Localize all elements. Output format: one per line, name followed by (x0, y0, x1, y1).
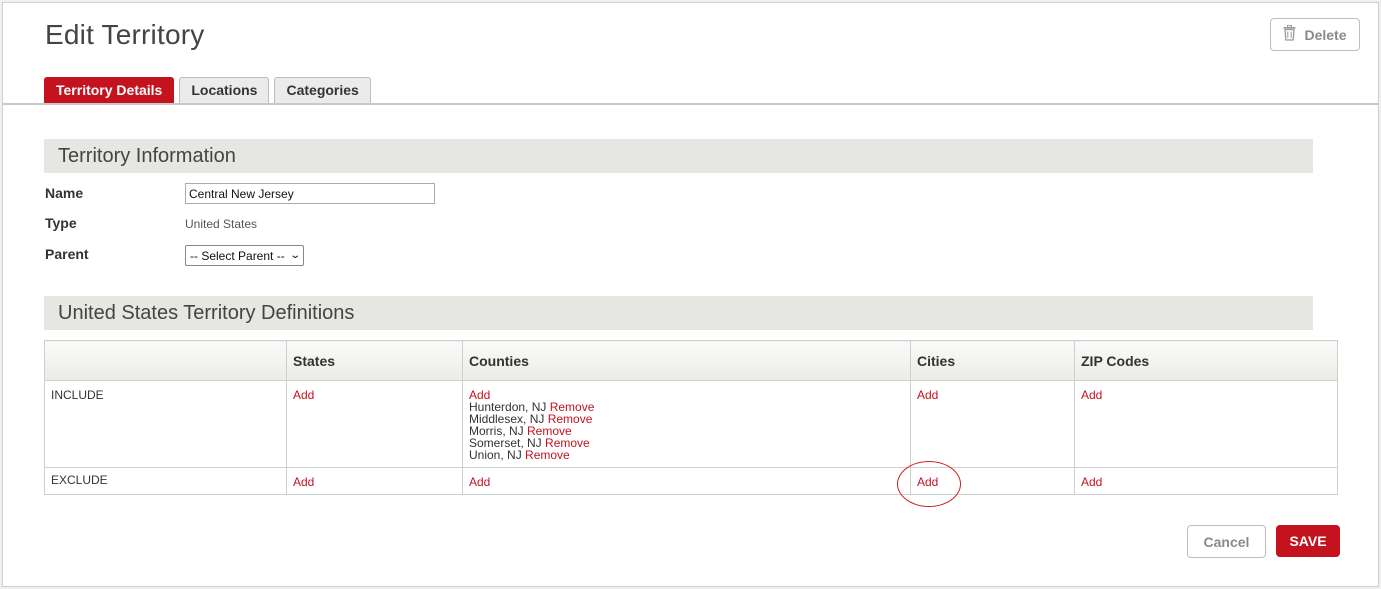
exclude-counties-add-link[interactable]: Add (469, 475, 490, 489)
territory-definitions-header: United States Territory Definitions (44, 296, 1313, 330)
list-item: Union, NJ Remove (469, 449, 904, 461)
delete-button[interactable]: Delete (1270, 18, 1360, 51)
tab-locations[interactable]: Locations (179, 77, 270, 103)
table-row: INCLUDE Add Add Hunterdon, NJ Remove Mid… (44, 380, 1338, 468)
exclude-states-add-link[interactable]: Add (293, 475, 314, 489)
column-header-blank (44, 340, 287, 381)
type-value: United States (185, 217, 258, 231)
include-cities-add-link[interactable]: Add (917, 388, 938, 402)
column-header-states: States (286, 340, 463, 381)
exclude-zip-add-link[interactable]: Add (1081, 475, 1102, 489)
include-zip-add-link[interactable]: Add (1081, 388, 1102, 402)
type-label: Type (45, 215, 77, 231)
tab-territory-details[interactable]: Territory Details (44, 77, 175, 103)
tab-divider (3, 103, 1378, 105)
column-header-counties: Counties (462, 340, 911, 381)
exclude-cities-cell: Add (910, 467, 1075, 495)
name-label: Name (45, 185, 84, 201)
save-button[interactable]: SAVE (1276, 525, 1340, 557)
delete-label: Delete (1304, 26, 1347, 43)
territory-information-header: Territory Information (44, 139, 1313, 173)
exclude-cities-add-link[interactable]: Add (917, 475, 938, 489)
exclude-states-cell: Add (286, 467, 463, 495)
definitions-table: States Counties Cities ZIP Codes INCLUDE… (44, 340, 1338, 495)
parent-label: Parent (45, 246, 89, 262)
include-states-cell: Add (286, 380, 463, 468)
tab-bar: Territory Details Locations Categories (44, 77, 371, 103)
page-title: Edit Territory (45, 19, 205, 50)
exclude-label: EXCLUDE (44, 467, 287, 495)
parent-select[interactable]: -- Select Parent -- ⌄ (185, 245, 304, 266)
exclude-counties-cell: Add (462, 467, 911, 495)
page-frame: Edit Territory Delete Territory Details … (2, 2, 1379, 587)
include-cities-cell: Add (910, 380, 1075, 468)
include-label: INCLUDE (44, 380, 287, 468)
table-header-row: States Counties Cities ZIP Codes (44, 340, 1338, 381)
chevron-down-icon: ⌄ (288, 250, 301, 261)
column-header-zip-codes: ZIP Codes (1074, 340, 1338, 381)
tab-categories[interactable]: Categories (274, 77, 371, 103)
parent-select-value: -- Select Parent -- (190, 248, 285, 263)
include-counties-cell: Add Hunterdon, NJ Remove Middlesex, NJ R… (462, 380, 911, 468)
include-states-add-link[interactable]: Add (293, 388, 314, 402)
exclude-zip-cell: Add (1074, 467, 1338, 495)
remove-county-link[interactable]: Remove (525, 448, 570, 462)
column-header-cities: Cities (910, 340, 1075, 381)
county-name: Union, NJ (469, 448, 522, 462)
include-zip-cell: Add (1074, 380, 1338, 468)
cancel-button[interactable]: Cancel (1187, 525, 1266, 558)
trash-icon (1283, 24, 1296, 44)
table-row: EXCLUDE Add Add Add Add (44, 467, 1338, 495)
name-input[interactable] (185, 183, 435, 204)
